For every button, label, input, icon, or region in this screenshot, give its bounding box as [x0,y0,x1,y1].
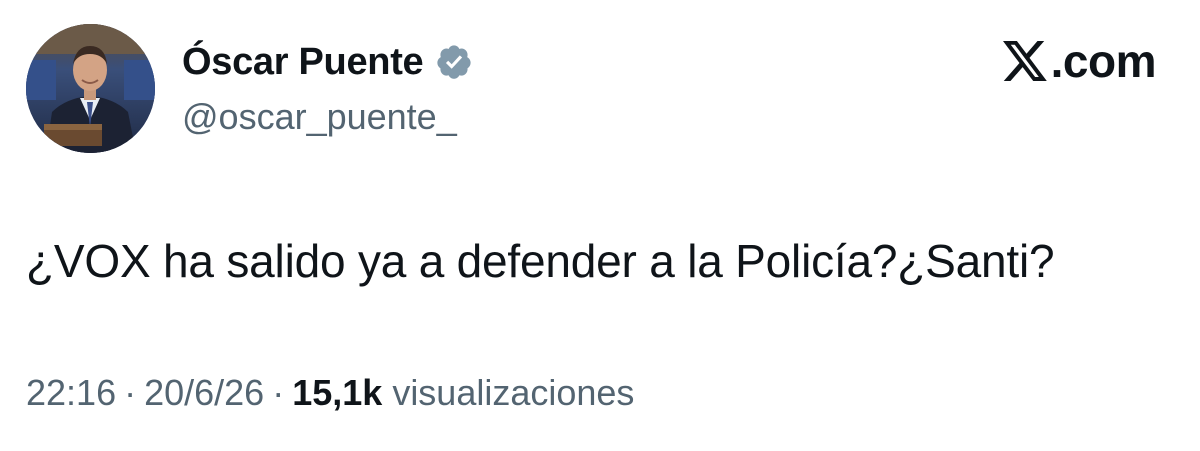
author-display-name[interactable]: Óscar Puente [182,41,424,84]
brand-domain-text: .com [1050,35,1157,87]
views-label: visualizaciones [392,372,635,413]
x-logo-icon [1001,39,1049,83]
views-count[interactable]: 15,1k [292,372,382,414]
author-handle[interactable]: @oscar_puente_ [182,96,457,138]
tweet-date[interactable]: 20/6/26 [144,372,264,414]
tweet-meta: 22:16 · 20/6/26 · 15,1k visualizaciones [26,372,634,414]
brand-watermark: .com [1001,34,1157,88]
tweet-card: Óscar Puente @oscar_puente_ .com ¿VOX ha… [0,0,1200,451]
meta-separator: · [272,372,285,413]
author-avatar[interactable] [26,24,155,153]
verified-badge-icon [435,43,473,81]
tweet-body-text: ¿VOX ha salido ya a defender a la Policí… [26,235,1055,287]
profile-photo [26,24,155,153]
tweet-time[interactable]: 22:16 [26,372,116,414]
meta-separator: · [124,372,137,413]
author-name-row: Óscar Puente [182,40,473,84]
